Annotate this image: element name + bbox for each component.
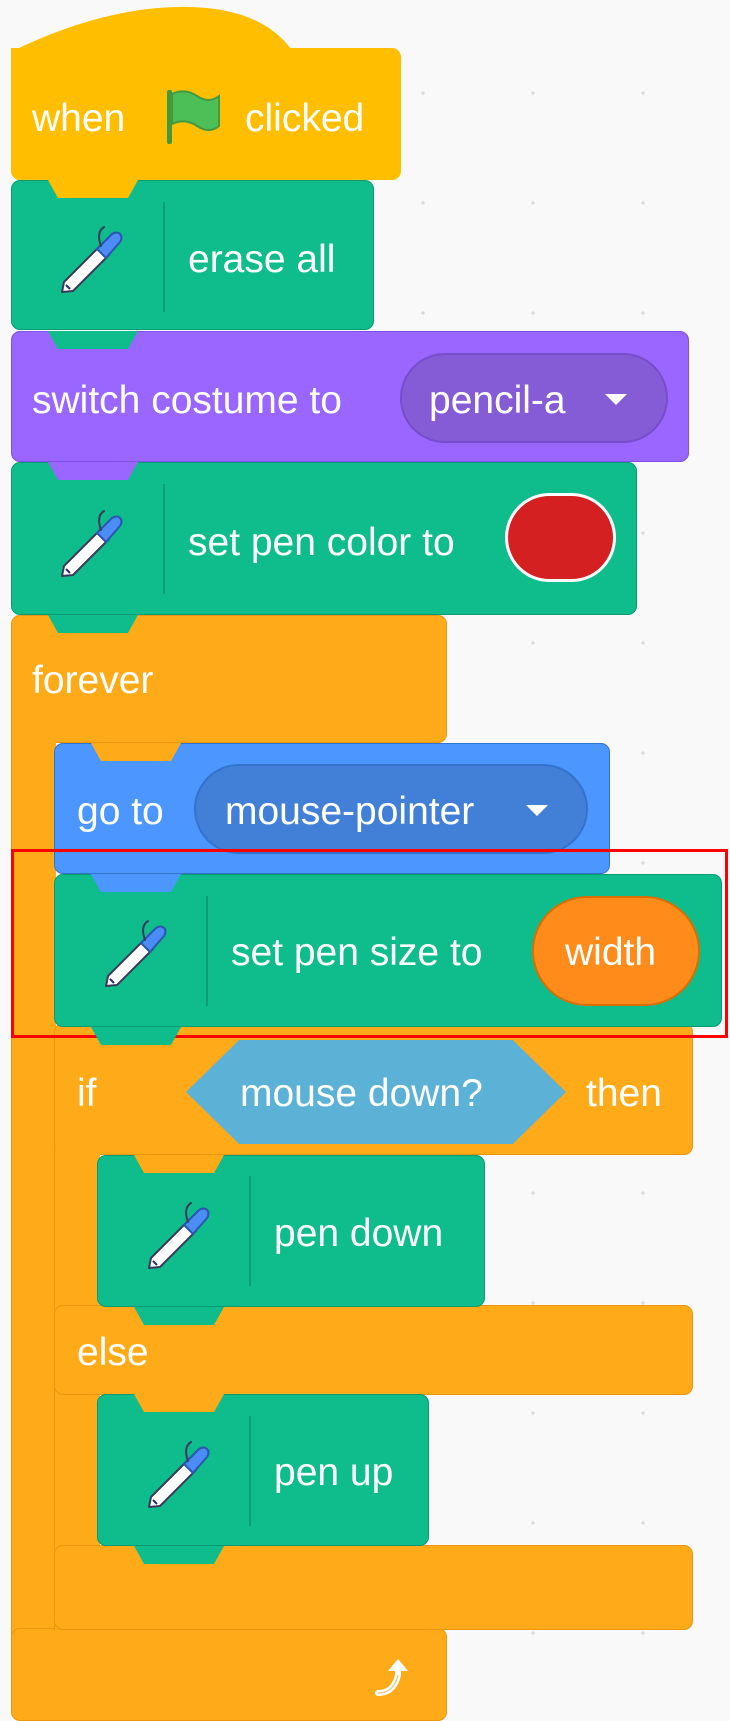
notch	[48, 462, 138, 480]
notch	[91, 743, 181, 761]
pen-down-body[interactable]	[97, 1155, 485, 1307]
costume-dropdown[interactable]	[400, 353, 668, 443]
pen-color-swatch[interactable]	[505, 493, 616, 582]
notch	[134, 1307, 224, 1325]
go-to-target-dropdown[interactable]	[194, 764, 588, 854]
forever-footer[interactable]	[11, 1628, 447, 1721]
erase-all-body[interactable]	[11, 180, 374, 330]
notch	[134, 1155, 224, 1173]
forever-arm	[11, 700, 56, 1660]
hat-body[interactable]	[11, 48, 401, 180]
notch	[91, 1027, 181, 1045]
pen-up-body[interactable]	[97, 1394, 429, 1546]
mouse-down-condition[interactable]	[186, 1040, 566, 1144]
notch	[48, 180, 138, 198]
notch	[91, 874, 181, 892]
notch	[134, 1394, 224, 1412]
notch	[48, 331, 138, 349]
notch	[91, 1630, 181, 1648]
notch	[134, 1546, 224, 1564]
notch	[48, 615, 138, 633]
code-area: { "hat": { "when": "when", "clicked": "c…	[0, 0, 730, 1721]
when-flag-clicked-block[interactable]: when clicked	[0, 0, 730, 190]
